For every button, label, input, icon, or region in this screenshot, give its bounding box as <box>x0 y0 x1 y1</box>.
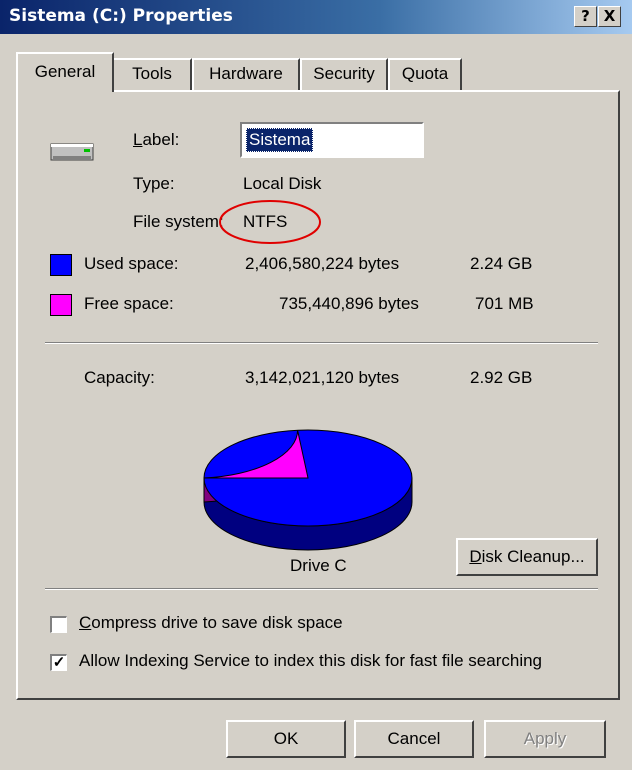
capacity-bytes: 3,142,021,120 bytes <box>245 368 400 387</box>
help-button[interactable]: ? <box>574 6 597 27</box>
compress-checkbox[interactable] <box>50 616 67 633</box>
free-space-bytes: 735,440,896 bytes <box>279 294 419 313</box>
tab-security[interactable]: Security <box>300 58 388 90</box>
volume-label-input[interactable]: Sistema <box>240 122 424 158</box>
ok-button[interactable]: OK <box>226 720 346 758</box>
file-system-caption: File system: <box>133 212 224 231</box>
properties-dialog: Sistema (C:) Properties ? X Tools Hardwa… <box>0 0 632 770</box>
free-space-color <box>50 294 72 316</box>
window-title: Sistema (C:) Properties <box>9 6 233 26</box>
separator <box>45 588 598 590</box>
type-caption: Type: <box>133 174 175 193</box>
capacity-caption: Capacity: <box>84 368 155 387</box>
separator <box>45 342 598 344</box>
label-caption: Label: <box>133 130 180 149</box>
cancel-button[interactable]: Cancel <box>354 720 474 758</box>
tab-hardware[interactable]: Hardware <box>192 58 300 90</box>
tab-general[interactable]: General <box>16 52 114 92</box>
annotation-circle <box>219 200 321 244</box>
indexing-label[interactable]: Allow Indexing Service to index this dis… <box>79 651 542 671</box>
compress-label[interactable]: Compress drive to save disk space <box>79 613 343 633</box>
tab-quota[interactable]: Quota <box>388 58 462 90</box>
used-space-color <box>50 254 72 276</box>
tab-tools[interactable]: Tools <box>112 58 192 90</box>
apply-button: Apply <box>484 720 606 758</box>
volume-label-value[interactable]: Sistema <box>246 128 314 152</box>
close-button[interactable]: X <box>598 6 621 27</box>
title-bar[interactable]: Sistema (C:) Properties ? X <box>0 0 632 34</box>
used-space-size: 2.24 GB <box>470 254 533 273</box>
capacity-size: 2.92 GB <box>470 368 533 387</box>
used-space-caption: Used space: <box>84 254 179 273</box>
indexing-checkbox[interactable]: ✓ <box>50 654 67 671</box>
free-space-caption: Free space: <box>84 294 174 313</box>
disk-cleanup-button[interactable]: Disk Cleanup... <box>456 538 598 576</box>
used-space-bytes: 2,406,580,224 bytes <box>245 254 400 273</box>
type-value: Local Disk <box>243 174 322 193</box>
disk-usage-pie-chart <box>203 429 413 551</box>
free-space-size: 701 MB <box>475 294 534 313</box>
hard-drive-icon <box>50 143 94 161</box>
drive-label: Drive C <box>290 556 347 575</box>
